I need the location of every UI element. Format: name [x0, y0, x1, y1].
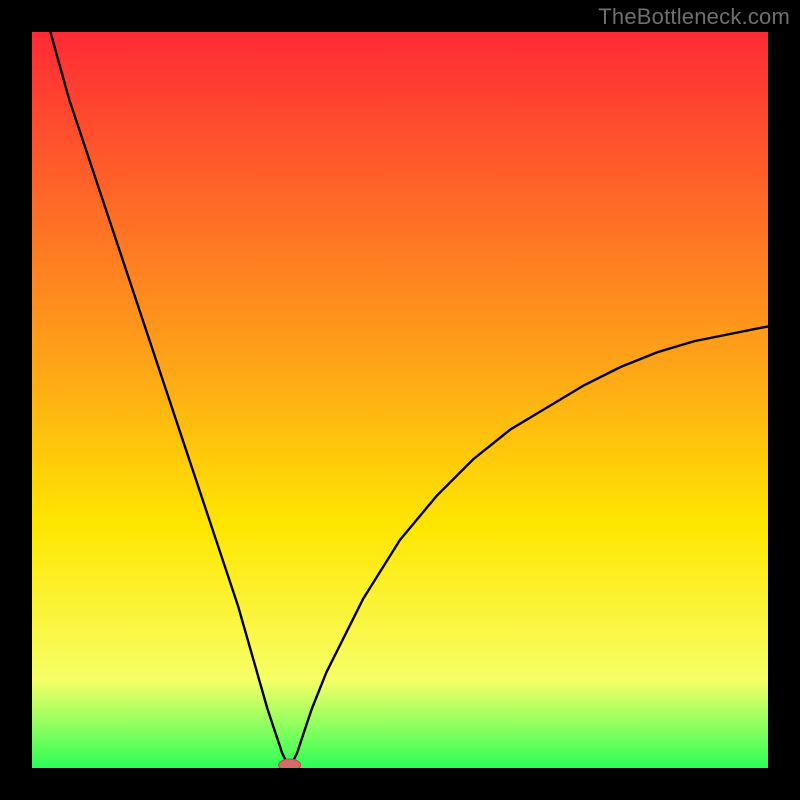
optimal-point-marker: [279, 759, 301, 768]
watermark-text: TheBottleneck.com: [598, 4, 790, 30]
chart-plot-area: [32, 32, 768, 768]
chart-svg: [32, 32, 768, 768]
chart-background-gradient: [32, 32, 768, 768]
chart-frame: TheBottleneck.com: [0, 0, 800, 800]
